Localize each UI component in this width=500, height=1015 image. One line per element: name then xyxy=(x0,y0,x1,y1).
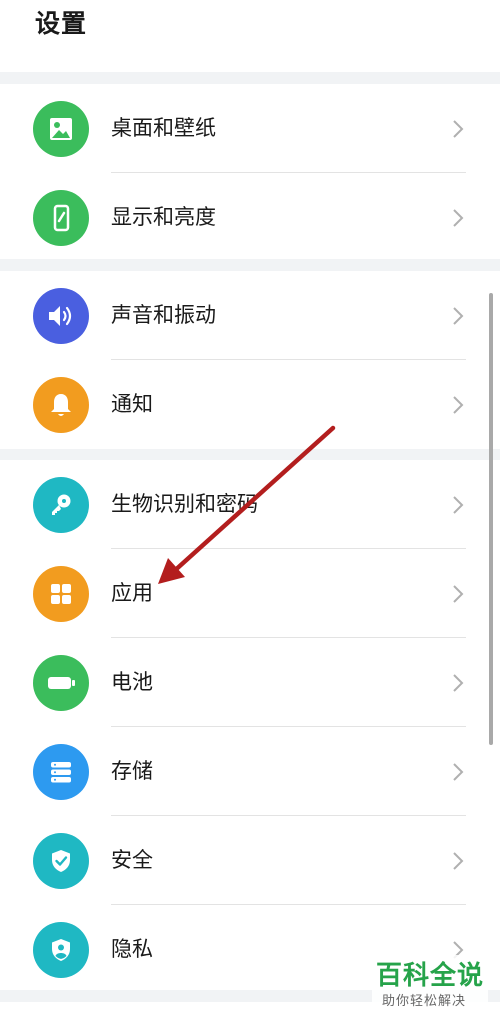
wallpaper-icon xyxy=(33,101,89,157)
settings-item-label: 安全 xyxy=(111,848,153,872)
key-icon xyxy=(33,477,89,533)
settings-item-label: 应用 xyxy=(111,581,153,605)
settings-item-notification[interactable]: 通知 xyxy=(0,360,500,449)
sound-icon xyxy=(33,288,89,344)
settings-item-sound[interactable]: 声音和振动 xyxy=(0,271,500,360)
chevron-right-icon xyxy=(453,120,464,138)
chevron-right-icon xyxy=(453,496,464,514)
bell-icon xyxy=(33,377,89,433)
settings-item-display[interactable]: 显示和亮度 xyxy=(0,173,500,262)
chevron-right-icon xyxy=(453,763,464,781)
settings-item-label: 桌面和壁纸 xyxy=(111,116,216,140)
settings-item-label: 隐私 xyxy=(111,937,153,961)
watermark-title: 百科全说 xyxy=(376,961,485,991)
header: 设置 xyxy=(0,0,500,72)
settings-item-security[interactable]: 安全 xyxy=(0,816,500,905)
chevron-right-icon xyxy=(453,307,464,325)
display-brightness-icon xyxy=(33,190,89,246)
watermark-subtitle: 助你轻松解决 xyxy=(382,994,467,1009)
chevron-right-icon xyxy=(453,396,464,414)
page-title: 设置 xyxy=(35,9,88,38)
settings-item-wallpaper[interactable]: 桌面和壁纸 xyxy=(0,84,500,173)
chevron-right-icon xyxy=(453,674,464,692)
privacy-icon xyxy=(33,922,89,978)
settings-item-label: 显示和亮度 xyxy=(111,205,216,229)
storage-icon xyxy=(33,744,89,800)
chevron-right-icon xyxy=(453,852,464,870)
settings-group-display: 桌面和壁纸 显示和亮度 xyxy=(0,84,500,259)
settings-group-sound: 声音和振动 通知 xyxy=(0,271,500,449)
chevron-right-icon xyxy=(453,209,464,227)
chevron-right-icon xyxy=(453,585,464,603)
settings-item-battery[interactable]: 电池 xyxy=(0,638,500,727)
settings-item-label: 通知 xyxy=(111,392,153,416)
settings-item-label: 存储 xyxy=(111,759,153,783)
settings-item-label: 生物识别和密码 xyxy=(111,492,258,516)
settings-item-biometrics[interactable]: 生物识别和密码 xyxy=(0,460,500,549)
settings-item-label: 声音和振动 xyxy=(111,303,216,327)
settings-item-storage[interactable]: 存储 xyxy=(0,727,500,816)
settings-item-apps[interactable]: 应用 xyxy=(0,549,500,638)
battery-icon xyxy=(33,655,89,711)
apps-grid-icon xyxy=(33,566,89,622)
settings-group-system: 生物识别和密码 应用 电池 存储 安全 隐私 xyxy=(0,460,500,990)
settings-item-label: 电池 xyxy=(111,670,153,694)
scrollbar[interactable] xyxy=(489,293,493,745)
watermark: 百科全说 助你轻松解决 xyxy=(372,955,488,1009)
shield-check-icon xyxy=(33,833,89,889)
